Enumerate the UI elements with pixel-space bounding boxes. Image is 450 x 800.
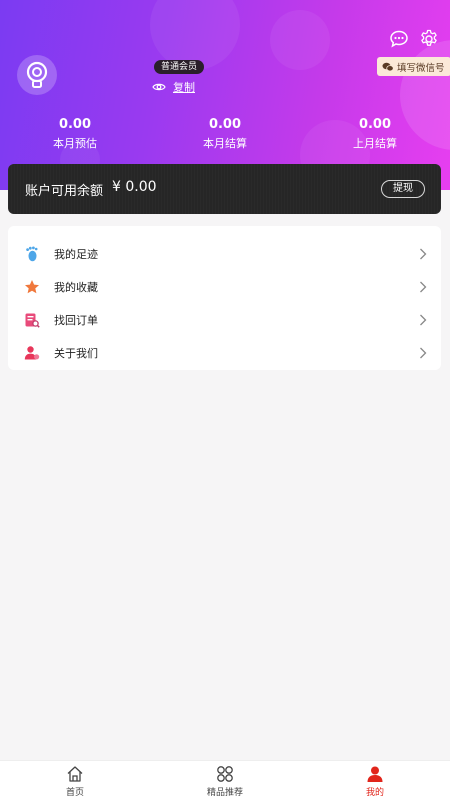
chevron-right-icon bbox=[420, 314, 427, 325]
balance-amount: ¥ 0.00 bbox=[112, 179, 157, 195]
tab-recommend[interactable]: 精品推荐 bbox=[180, 765, 270, 798]
star-icon bbox=[24, 279, 40, 295]
copy-link[interactable]: 复制 bbox=[173, 79, 195, 95]
balance-label: 账户可用余额 bbox=[25, 184, 104, 199]
tab-mine[interactable]: 我的 bbox=[330, 765, 420, 798]
tab-label: 首页 bbox=[65, 788, 84, 798]
fill-wechat-label: 填写微信号 bbox=[397, 62, 445, 74]
chevron-right-icon bbox=[420, 248, 427, 259]
menu-item-favorites[interactable]: 我的收藏 bbox=[8, 270, 441, 303]
stat-this-month-estimate[interactable]: 0.00 本月预估 bbox=[20, 117, 130, 151]
menu-item-label: 我的收藏 bbox=[54, 280, 98, 294]
fill-wechat-button[interactable]: 填写微信号 bbox=[377, 57, 450, 76]
menu-item-label: 关于我们 bbox=[54, 346, 98, 360]
stat-value: 0.00 bbox=[58, 117, 92, 132]
chevron-right-icon bbox=[420, 281, 427, 292]
stat-last-month-settled[interactable]: 0.00 上月结算 bbox=[320, 117, 430, 151]
home-icon bbox=[67, 766, 83, 782]
balance-card: 账户可用余额 ¥ 0.00 提现 bbox=[8, 164, 441, 214]
eye-icon[interactable] bbox=[152, 81, 166, 93]
avatar[interactable] bbox=[17, 55, 57, 95]
stat-label: 本月结算 bbox=[203, 137, 247, 150]
wechat-icon bbox=[382, 62, 394, 71]
stat-value: 0.00 bbox=[358, 117, 392, 132]
menu-item-label: 我的足迹 bbox=[54, 247, 98, 261]
footprint-icon bbox=[24, 246, 40, 262]
stat-label: 上月结算 bbox=[353, 137, 397, 150]
withdraw-button[interactable]: 提现 bbox=[381, 180, 425, 198]
stat-value: 0.00 bbox=[208, 117, 242, 132]
menu-item-recover-order[interactable]: 找回订单 bbox=[8, 303, 441, 336]
menu-item-label: 找回订单 bbox=[54, 313, 98, 327]
about-us-icon bbox=[24, 345, 40, 361]
profile-header: 普通会员 复制 填写微信号 0.00 本月预估 0.00 本月结算 0.00 上… bbox=[0, 0, 450, 190]
user-icon bbox=[367, 766, 383, 782]
tab-label: 精品推荐 bbox=[206, 788, 243, 798]
tab-label: 我的 bbox=[365, 788, 384, 798]
bottom-tab-bar: 首页 精品推荐 我的 bbox=[0, 760, 450, 800]
chat-bubble-icon[interactable] bbox=[388, 28, 410, 50]
stat-this-month-settled[interactable]: 0.00 本月结算 bbox=[170, 117, 280, 151]
grid-icon bbox=[217, 766, 233, 782]
stat-label: 本月预估 bbox=[53, 137, 97, 150]
menu-card: 我的足迹 我的收藏 找回订单 关于我们 bbox=[8, 226, 441, 370]
member-level-badge: 普通会员 bbox=[154, 60, 205, 74]
order-search-icon bbox=[24, 312, 40, 328]
chevron-right-icon bbox=[420, 347, 427, 358]
decorative-bubble bbox=[270, 10, 330, 70]
avatar-placeholder-icon bbox=[26, 61, 48, 88]
gear-icon[interactable] bbox=[418, 28, 440, 50]
menu-item-about-us[interactable]: 关于我们 bbox=[8, 336, 441, 369]
menu-item-footprint[interactable]: 我的足迹 bbox=[8, 237, 441, 270]
tab-home[interactable]: 首页 bbox=[30, 765, 120, 798]
